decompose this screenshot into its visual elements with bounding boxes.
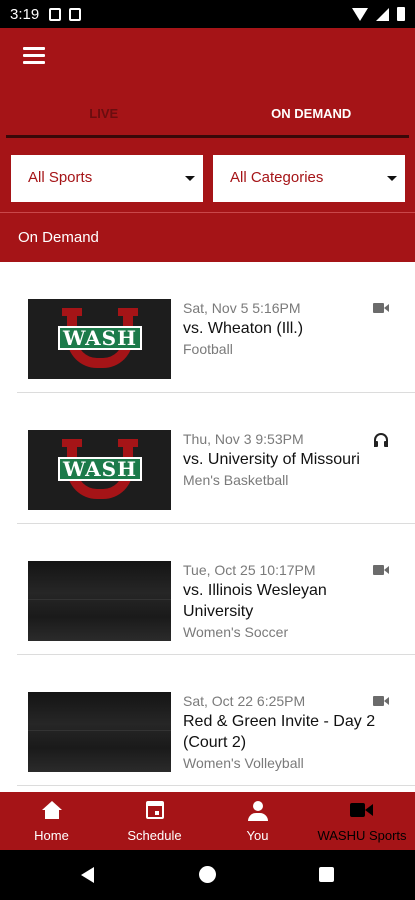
- tab-bar: LIVE ON DEMAND: [0, 85, 415, 138]
- chevron-down-icon: [185, 176, 195, 181]
- event-thumbnail: [28, 692, 171, 772]
- event-category: Women's Volleyball: [183, 755, 304, 771]
- list-item[interactable]: Sat, Oct 22 6:25PM Red & Green Invite - …: [17, 655, 415, 786]
- sport-select[interactable]: All Sports: [11, 155, 203, 202]
- event-date: Tue, Oct 25 10:17PM: [183, 562, 316, 578]
- event-thumbnail: WASH: [28, 299, 171, 379]
- nav-washu-sports-label: WASHU Sports: [317, 828, 407, 843]
- sync-icon: [69, 7, 82, 21]
- event-title: vs. Illinois Wesleyan University: [183, 582, 327, 620]
- item-meta: Sat, Nov 5 5:16PM vs. Wheaton (Ill.) Foo…: [183, 299, 378, 358]
- sport-select-value: All Sports: [28, 169, 93, 186]
- video-icon: [373, 302, 389, 314]
- list-item[interactable]: Tue, Oct 25 10:17PM vs. Illinois Wesleya…: [17, 524, 415, 655]
- section-header: On Demand: [0, 212, 415, 262]
- event-thumbnail: WASH: [28, 430, 171, 510]
- video-camera-icon: [349, 803, 374, 819]
- bottom-nav: Home Schedule You WASHU Sports: [0, 792, 415, 850]
- event-title: Red & Green Invite - Day 2 (Court 2): [183, 713, 376, 751]
- video-icon: [373, 564, 389, 576]
- tab-on-demand[interactable]: ON DEMAND: [208, 85, 415, 138]
- status-time: 3:19: [10, 5, 40, 23]
- item-meta: Thu, Nov 3 9:53PM vs. University of Miss…: [183, 430, 378, 489]
- battery-icon: [397, 7, 405, 21]
- section-title: On Demand: [18, 229, 99, 246]
- event-date: Sat, Oct 22 6:25PM: [183, 693, 306, 709]
- list-item[interactable]: WASH Thu, Nov 3 9:53PM vs. University of…: [17, 393, 415, 524]
- hamburger-menu-icon[interactable]: [23, 47, 45, 65]
- nav-home[interactable]: Home: [0, 792, 103, 850]
- filter-bar: All Sports All Categories: [0, 138, 415, 212]
- nav-schedule[interactable]: Schedule: [103, 792, 206, 850]
- event-title: vs. University of Missouri: [183, 451, 360, 468]
- recents-icon[interactable]: [319, 867, 334, 882]
- status-right: [352, 7, 405, 21]
- home-icon: [41, 801, 62, 819]
- nav-home-label: Home: [34, 828, 69, 843]
- headphones-icon: [373, 433, 389, 447]
- event-thumbnail: [28, 561, 171, 641]
- system-nav-bar: [0, 850, 415, 900]
- status-bar: 3:19: [0, 0, 415, 28]
- event-category: Football: [183, 341, 233, 357]
- event-title: vs. Wheaton (Ill.): [183, 320, 304, 337]
- event-date: Thu, Nov 3 9:53PM: [183, 431, 304, 447]
- event-date: Sat, Nov 5 5:16PM: [183, 300, 301, 316]
- category-select[interactable]: All Categories: [213, 155, 405, 202]
- calendar-icon: [145, 801, 164, 819]
- event-category: Men's Basketball: [183, 472, 289, 488]
- tab-live-label: LIVE: [89, 106, 119, 121]
- nav-you-label: You: [246, 828, 269, 843]
- app-bar: [0, 28, 415, 85]
- item-meta: Tue, Oct 25 10:17PM vs. Illinois Wesleya…: [183, 561, 378, 641]
- video-icon: [373, 695, 389, 707]
- on-demand-list[interactable]: WASH Sat, Nov 5 5:16PM vs. Wheaton (Ill.…: [0, 262, 415, 792]
- category-select-value: All Categories: [230, 169, 324, 186]
- tab-on-demand-label: ON DEMAND: [271, 106, 352, 121]
- back-icon[interactable]: [81, 867, 94, 883]
- nav-washu-sports[interactable]: WASHU Sports: [309, 792, 415, 850]
- nav-schedule-label: Schedule: [127, 828, 182, 843]
- washu-logo: WASH: [58, 439, 142, 503]
- signal-icon: [376, 7, 389, 21]
- chevron-down-icon: [387, 176, 397, 181]
- wifi-icon: [352, 7, 368, 21]
- tab-live[interactable]: LIVE: [0, 85, 208, 138]
- sim-icon: [49, 7, 62, 21]
- event-category: Women's Soccer: [183, 624, 289, 640]
- washu-logo: WASH: [58, 308, 142, 372]
- nav-you[interactable]: You: [206, 792, 309, 850]
- item-meta: Sat, Oct 22 6:25PM Red & Green Invite - …: [183, 692, 378, 772]
- list-item[interactable]: WASH Sat, Nov 5 5:16PM vs. Wheaton (Ill.…: [17, 262, 415, 393]
- person-icon: [247, 801, 268, 821]
- home-circle-icon[interactable]: [199, 866, 216, 883]
